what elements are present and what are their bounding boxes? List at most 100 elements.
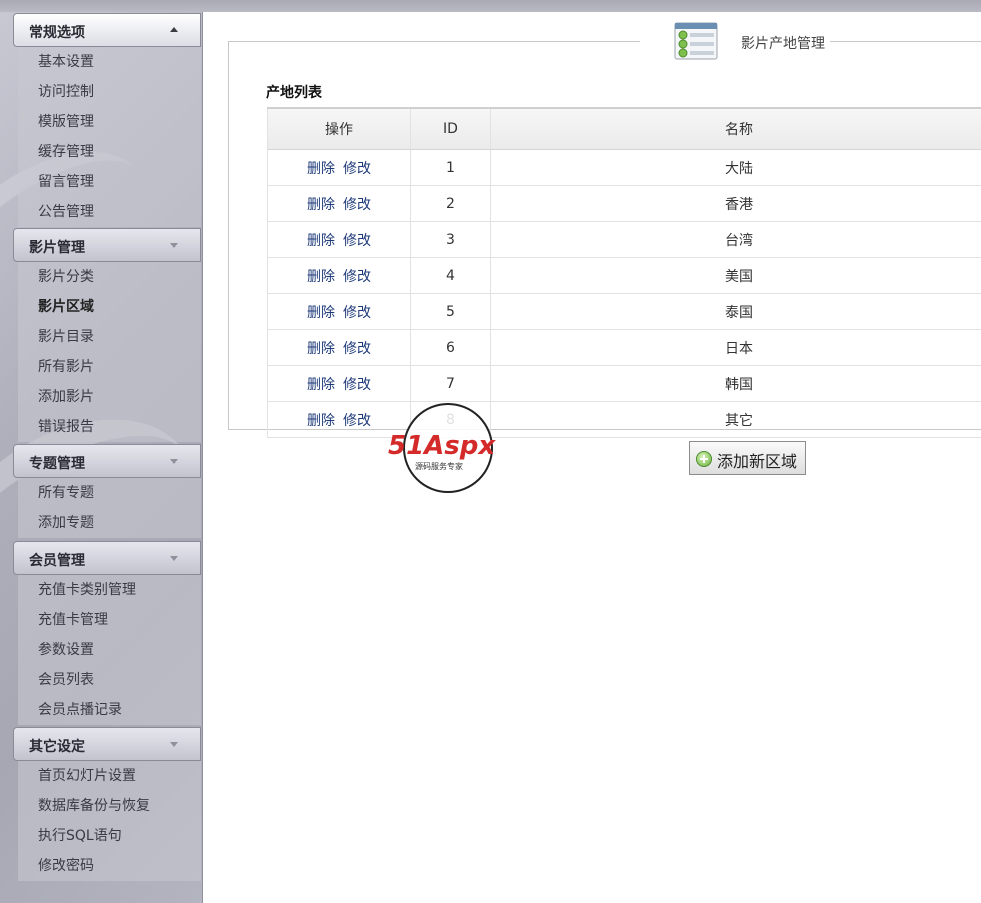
sidebar-item-message-manage[interactable]: 留言管理 bbox=[18, 167, 201, 197]
top-strip bbox=[0, 0, 981, 12]
cell-name: 其它 bbox=[490, 401, 981, 438]
table-row: 删除修改 8 其它 bbox=[267, 401, 981, 438]
svg-text:51Aspx: 51Aspx bbox=[388, 431, 496, 461]
edit-link[interactable]: 修改 bbox=[343, 377, 371, 393]
sidebar-header-members[interactable]: 会员管理 bbox=[13, 541, 201, 575]
delete-link[interactable]: 删除 bbox=[307, 377, 335, 393]
sidebar-item-notice-manage[interactable]: 公告管理 bbox=[18, 197, 201, 227]
sidebar: 常规选项 基本设置 访问控制 模版管理 缓存管理 留言管理 公告管理 影片管理 … bbox=[0, 12, 203, 903]
sidebar-header-label: 其它设定 bbox=[29, 739, 85, 755]
table-row: 删除 修改 4 美国 bbox=[267, 257, 981, 294]
sidebar-item-member-play-records[interactable]: 会员点播记录 bbox=[18, 695, 201, 725]
edit-link[interactable]: 修改 bbox=[343, 233, 371, 249]
cell-id: 5 bbox=[410, 293, 491, 330]
expand-arrow-icon bbox=[170, 243, 178, 248]
delete-link[interactable]: 删除 bbox=[307, 341, 335, 357]
sidebar-item-add-movie[interactable]: 添加影片 bbox=[18, 382, 201, 412]
table-header-row: 操作 ID 名称 bbox=[267, 107, 981, 150]
sidebar-item-movie-directory[interactable]: 影片目录 bbox=[18, 322, 201, 352]
edit-link[interactable]: 修改 bbox=[343, 197, 371, 213]
sidebar-item-add-topic[interactable]: 添加专题 bbox=[18, 508, 201, 538]
sidebar-item-movie-region[interactable]: 影片区域 bbox=[18, 292, 201, 322]
cell-name: 大陆 bbox=[490, 149, 981, 186]
sidebar-header-other[interactable]: 其它设定 bbox=[13, 727, 201, 761]
sidebar-header-label: 会员管理 bbox=[29, 553, 85, 569]
expand-arrow-icon bbox=[170, 742, 178, 747]
collapse-arrow-icon bbox=[170, 27, 178, 32]
cell-id: 7 bbox=[410, 365, 491, 402]
delete-link[interactable]: 删除 bbox=[307, 161, 335, 177]
region-table: 操作 ID 名称 删除 修改 1 大陆 删除 修改 2 香港 删除 修改 3 台湾 删… bbox=[267, 107, 981, 438]
sidebar-item-template-manage[interactable]: 模版管理 bbox=[18, 107, 201, 137]
sidebar-item-movie-category[interactable]: 影片分类 bbox=[18, 262, 201, 292]
sidebar-section-topics: 专题管理 所有专题 添加专题 bbox=[0, 444, 202, 538]
edit-link[interactable]: 修改 bbox=[343, 341, 371, 357]
sidebar-item-card-manage[interactable]: 充值卡管理 bbox=[18, 605, 201, 635]
column-header-name: 名称 bbox=[490, 107, 981, 150]
edit-link[interactable]: 修改 bbox=[343, 161, 371, 177]
table-row: 删除 修改 2 香港 bbox=[267, 185, 981, 222]
cell-id: 1 bbox=[410, 149, 491, 186]
table-row: 删除 修改 7 韩国 bbox=[267, 365, 981, 402]
edit-link[interactable]: 修改 bbox=[343, 269, 371, 285]
sidebar-item-db-backup-restore[interactable]: 数据库备份与恢复 bbox=[18, 791, 201, 821]
cell-name: 美国 bbox=[490, 257, 981, 294]
sidebar-item-all-topics[interactable]: 所有专题 bbox=[18, 478, 201, 508]
cell-id: 3 bbox=[410, 221, 491, 258]
list-title: 产地列表 bbox=[266, 85, 322, 101]
sidebar-header-label: 专题管理 bbox=[29, 456, 85, 472]
watermark-logo: 51Aspx 源码服务专家 bbox=[388, 403, 496, 493]
sidebar-item-basic-settings[interactable]: 基本设置 bbox=[18, 47, 201, 77]
panel-title: 影片产地管理 bbox=[741, 36, 825, 52]
sidebar-section-other: 其它设定 首页幻灯片设置 数据库备份与恢复 执行SQL语句 修改密码 bbox=[0, 727, 202, 881]
sidebar-item-all-movies[interactable]: 所有影片 bbox=[18, 352, 201, 382]
sidebar-item-parameter-settings[interactable]: 参数设置 bbox=[18, 635, 201, 665]
delete-link[interactable]: 删除 bbox=[307, 233, 335, 249]
column-header-actions: 操作 bbox=[267, 107, 411, 150]
sidebar-item-member-list[interactable]: 会员列表 bbox=[18, 665, 201, 695]
table-row: 删除 修改 5 泰国 bbox=[267, 293, 981, 330]
cell-name: 韩国 bbox=[490, 365, 981, 402]
list-icon bbox=[674, 22, 718, 60]
table-row: 删除 修改 3 台湾 bbox=[267, 221, 981, 258]
cell-name: 台湾 bbox=[490, 221, 981, 258]
column-header-id: ID bbox=[410, 107, 491, 150]
cell-name: 日本 bbox=[490, 329, 981, 366]
sidebar-item-change-password[interactable]: 修改密码 bbox=[18, 851, 201, 881]
cell-id: 2 bbox=[410, 185, 491, 222]
sidebar-items: 基本设置 访问控制 模版管理 缓存管理 留言管理 公告管理 bbox=[18, 47, 201, 227]
sidebar-header-general[interactable]: 常规选项 bbox=[13, 13, 201, 47]
delete-link[interactable]: 删除 bbox=[307, 269, 335, 285]
sidebar-items: 影片分类 影片区域 影片目录 所有影片 添加影片 错误报告 bbox=[18, 262, 201, 442]
cell-id: 4 bbox=[410, 257, 491, 294]
sidebar-items: 首页幻灯片设置 数据库备份与恢复 执行SQL语句 修改密码 bbox=[18, 761, 201, 881]
delete-link[interactable]: 删除 bbox=[307, 197, 335, 213]
sidebar-item-execute-sql[interactable]: 执行SQL语句 bbox=[18, 821, 201, 851]
sidebar-header-topics[interactable]: 专题管理 bbox=[13, 444, 201, 478]
sidebar-item-cache-manage[interactable]: 缓存管理 bbox=[18, 137, 201, 167]
delete-link[interactable]: 删除 bbox=[307, 305, 335, 321]
add-region-button[interactable]: 添加新区域 bbox=[689, 441, 806, 475]
table-row: 删除 修改 6 日本 bbox=[267, 329, 981, 366]
table-row: 删除 修改 1 大陆 bbox=[267, 149, 981, 186]
expand-arrow-icon bbox=[170, 556, 178, 561]
sidebar-header-label: 影片管理 bbox=[29, 240, 85, 256]
cell-name: 泰国 bbox=[490, 293, 981, 330]
sidebar-section-general: 常规选项 基本设置 访问控制 模版管理 缓存管理 留言管理 公告管理 bbox=[0, 13, 202, 227]
sidebar-item-access-control[interactable]: 访问控制 bbox=[18, 77, 201, 107]
cell-name: 香港 bbox=[490, 185, 981, 222]
edit-link[interactable]: 修改 bbox=[343, 305, 371, 321]
sidebar-items: 所有专题 添加专题 bbox=[18, 478, 201, 538]
sidebar-item-slideshow-settings[interactable]: 首页幻灯片设置 bbox=[18, 761, 201, 791]
edit-link[interactable]: 修改 bbox=[343, 413, 371, 429]
delete-link[interactable]: 删除 bbox=[307, 413, 335, 429]
sidebar-item-card-category[interactable]: 充值卡类别管理 bbox=[18, 575, 201, 605]
expand-arrow-icon bbox=[170, 459, 178, 464]
sidebar-items: 充值卡类别管理 充值卡管理 参数设置 会员列表 会员点播记录 bbox=[18, 575, 201, 725]
sidebar-header-label: 常规选项 bbox=[29, 25, 85, 41]
sidebar-section-members: 会员管理 充值卡类别管理 充值卡管理 参数设置 会员列表 会员点播记录 bbox=[0, 541, 202, 725]
sidebar-header-movies[interactable]: 影片管理 bbox=[13, 228, 201, 262]
add-icon bbox=[696, 451, 712, 467]
sidebar-item-error-report[interactable]: 错误报告 bbox=[18, 412, 201, 442]
svg-text:源码服务专家: 源码服务专家 bbox=[415, 461, 463, 471]
